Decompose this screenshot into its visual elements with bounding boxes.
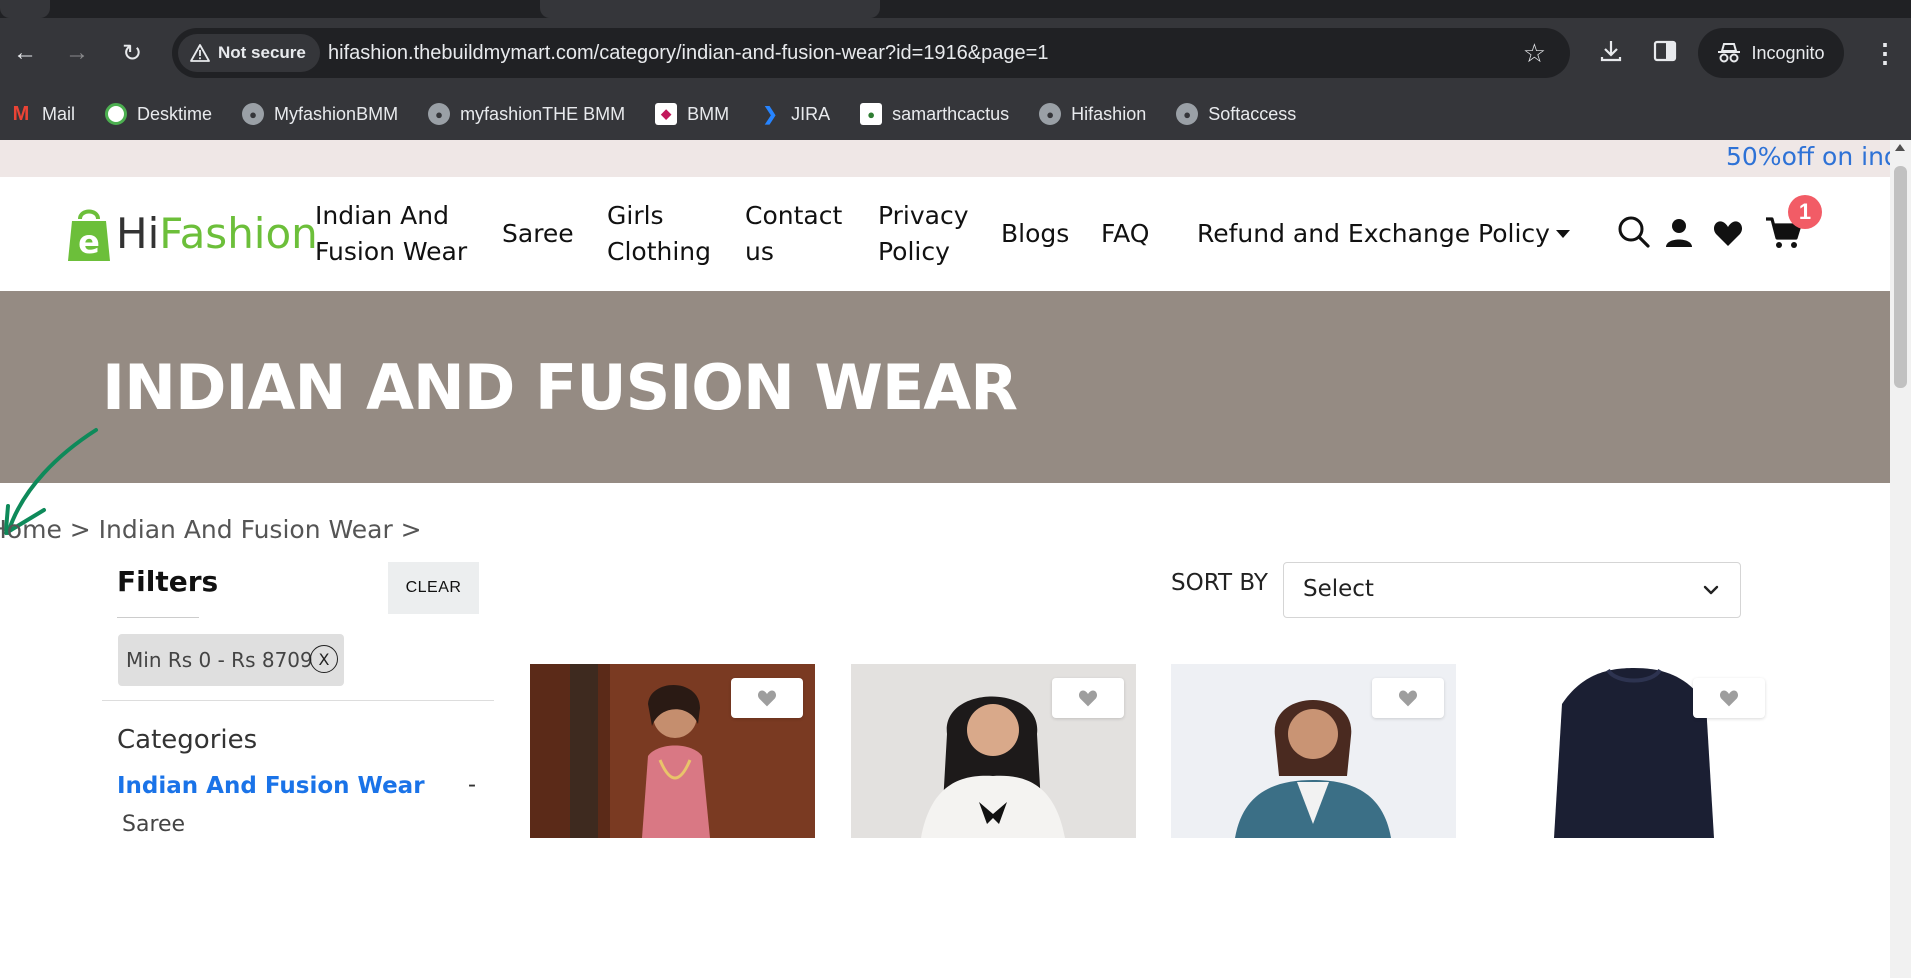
scroll-up-arrow-icon[interactable]	[1895, 144, 1905, 151]
add-to-wishlist-button[interactable]	[731, 678, 803, 718]
nav-blogs[interactable]: Blogs	[1001, 177, 1069, 291]
gmail-icon: M	[12, 102, 30, 125]
remove-filter-button[interactable]: X	[310, 645, 338, 673]
page-scrollbar[interactable]	[1890, 140, 1911, 978]
bookmark-hifashion[interactable]: ● Hifashion	[1039, 103, 1146, 125]
bookmark-mail[interactable]: M Mail	[10, 103, 75, 125]
refund-label: Refund and Exchange Policy	[1197, 219, 1550, 248]
browser-tab[interactable]	[540, 0, 880, 18]
address-bar[interactable]: Not secure hifashion.thebuildmymart.com/…	[172, 28, 1570, 78]
bookmarks-bar: M Mail Desktime ● MyfashionBMM ● myfashionT…	[0, 88, 1911, 140]
nav-faq[interactable]: FAQ	[1101, 177, 1149, 291]
add-to-wishlist-button[interactable]	[1372, 678, 1444, 718]
product-card[interactable]	[851, 664, 1136, 838]
search-icon[interactable]	[1617, 215, 1651, 249]
warning-icon	[190, 44, 210, 62]
bookmark-samarthcactus[interactable]: ● samarthcactus	[860, 103, 1009, 125]
site-security-chip[interactable]: Not secure	[178, 34, 320, 72]
back-button[interactable]: ←	[8, 36, 42, 70]
shopping-bag-logo-icon: e	[68, 209, 110, 261]
categories-heading: Categories	[117, 725, 258, 755]
sort-select[interactable]: Select	[1283, 562, 1741, 618]
nav-saree[interactable]: Saree	[502, 177, 574, 291]
nav-privacy-policy[interactable]: Privacy Policy	[878, 177, 969, 291]
nav-girls-clothing[interactable]: Girls Clothing	[607, 177, 711, 291]
bookmark-myfashionthebmm[interactable]: ● myfashionTHE BMM	[428, 103, 625, 125]
cactus-icon: ●	[860, 103, 883, 125]
add-to-wishlist-button[interactable]	[1052, 678, 1124, 718]
globe-icon: ●	[428, 103, 451, 125]
download-icon[interactable]	[1598, 38, 1624, 72]
clear-filters-button[interactable]: CLEAR	[388, 562, 479, 614]
page-title: INDIAN AND FUSION WEAR	[102, 351, 1018, 424]
incognito-icon	[1718, 43, 1741, 63]
nav-indian-fusion-wear[interactable]: Indian And Fusion Wear	[315, 177, 467, 291]
category-item-saree[interactable]: Saree	[122, 812, 185, 837]
url-text[interactable]: hifashion.thebuildmymart.com/category/in…	[328, 28, 1048, 78]
nav-refund-exchange-policy[interactable]: Refund and Exchange Policy	[1197, 177, 1570, 291]
heart-icon	[757, 690, 777, 707]
heart-icon	[1078, 690, 1098, 707]
chevron-down-icon	[1703, 585, 1719, 595]
cart-count-badge: 1	[1788, 195, 1822, 229]
product-card[interactable]	[1492, 664, 1777, 838]
filters-heading: Filters	[117, 565, 219, 598]
bookmark-star-icon[interactable]: ☆	[1523, 36, 1546, 70]
browser-tab-strip	[0, 0, 1911, 18]
globe-icon: ●	[1039, 103, 1062, 125]
sort-by-label: SORT BY	[1171, 570, 1268, 596]
incognito-label: Incognito	[1751, 42, 1825, 63]
jira-icon: ❯	[762, 103, 778, 124]
browser-tab[interactable]	[0, 0, 50, 18]
announcement-text[interactable]: 50%off on ind	[1726, 142, 1890, 171]
category-collapse-toggle[interactable]: -	[468, 771, 476, 799]
bmm-logo-icon: ◆	[655, 103, 678, 125]
product-card[interactable]	[530, 664, 815, 838]
price-filter-label: Min Rs 0 - Rs 8709	[126, 648, 313, 672]
browser-toolbar: ← → ↻ Not secure hifashion.thebuildmymar…	[0, 18, 1911, 88]
side-panel-icon[interactable]	[1652, 38, 1678, 72]
forward-button[interactable]: →	[60, 36, 94, 70]
globe-icon: ●	[242, 103, 265, 125]
price-filter-chip: Min Rs 0 - Rs 8709 X	[118, 634, 344, 686]
security-label: Not secure	[218, 43, 306, 62]
bookmark-softaccess[interactable]: ● Softaccess	[1176, 103, 1296, 125]
site-logo[interactable]: e HiFashion	[66, 205, 318, 263]
add-to-wishlist-button[interactable]	[1693, 678, 1765, 718]
page-viewport: 50%off on ind e HiFashion Indian And Fusi…	[0, 140, 1890, 978]
announcement-bar: 50%off on ind	[0, 140, 1890, 177]
category-item-indian-fusion-wear[interactable]: Indian And Fusion Wear	[117, 773, 425, 799]
category-banner: INDIAN AND FUSION WEAR	[0, 291, 1890, 483]
reload-button[interactable]: ↻	[115, 36, 149, 70]
filter-divider	[102, 700, 494, 701]
caret-down-icon	[1555, 230, 1570, 238]
svg-text:e: e	[78, 223, 100, 261]
user-icon[interactable]	[1664, 217, 1694, 249]
site-header: e HiFashion Indian And Fusion Wear Saree …	[0, 177, 1890, 291]
brand-name: HiFashion	[116, 209, 318, 258]
browser-menu-icon[interactable]: ⋮	[1872, 38, 1898, 68]
wishlist-heart-icon[interactable]	[1713, 219, 1743, 247]
heart-icon	[1398, 690, 1418, 707]
product-card[interactable]	[1171, 664, 1456, 838]
filters-heading-underline	[117, 617, 199, 618]
breadcrumb[interactable]: Home > Indian And Fusion Wear >	[0, 515, 422, 544]
bookmark-myfashionbmm[interactable]: ● MyfashionBMM	[242, 103, 398, 125]
incognito-chip[interactable]: Incognito	[1698, 28, 1844, 78]
scrollbar-thumb[interactable]	[1894, 166, 1907, 388]
bookmark-jira[interactable]: ❯ JIRA	[759, 103, 831, 125]
desktime-icon	[105, 103, 128, 125]
heart-icon	[1719, 690, 1739, 707]
bookmark-desktime[interactable]: Desktime	[105, 103, 212, 125]
globe-icon: ●	[1176, 103, 1199, 125]
bookmark-bmm[interactable]: ◆ BMM	[655, 103, 729, 125]
nav-contact-us[interactable]: Contact us	[745, 177, 842, 291]
sort-selected-value: Select	[1303, 576, 1374, 602]
